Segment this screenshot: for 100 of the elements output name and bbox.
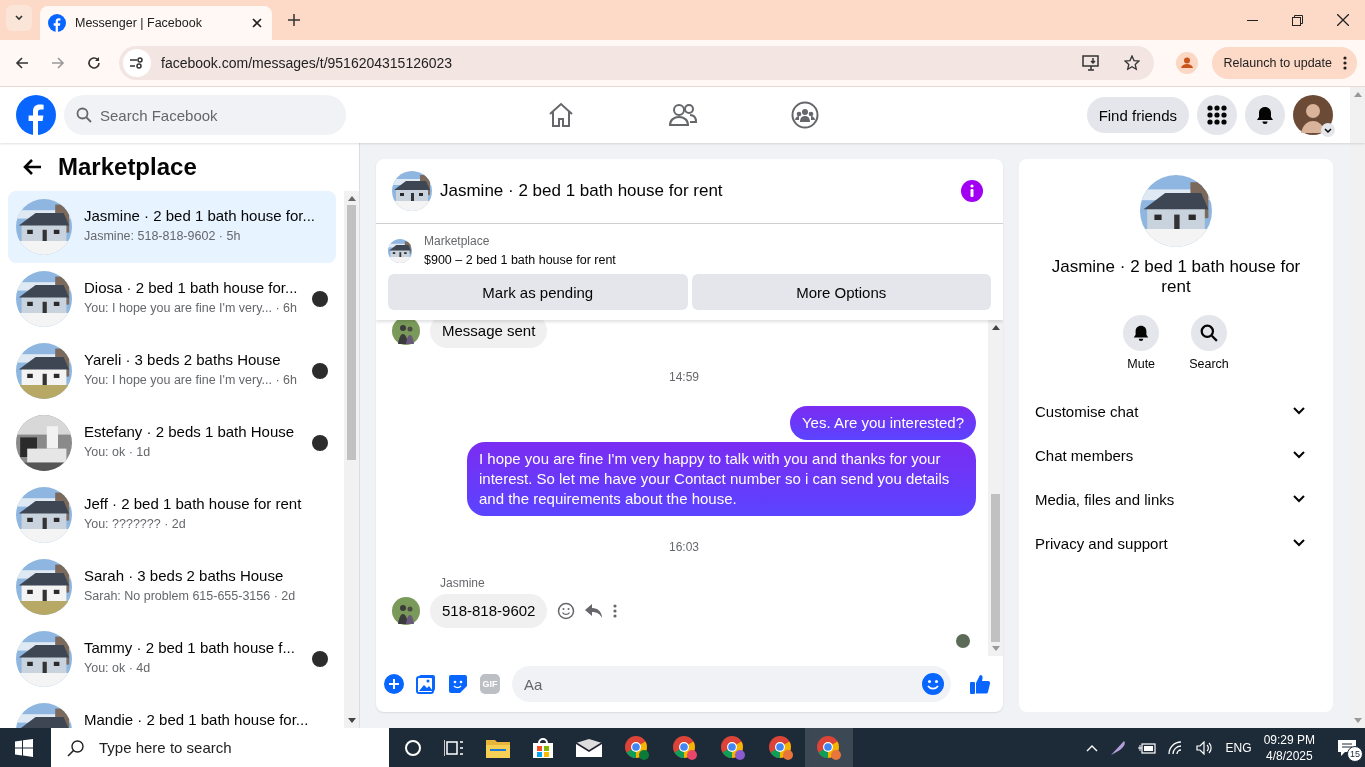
message-field[interactable]: Aa	[512, 666, 951, 702]
scrollbar[interactable]	[1350, 87, 1365, 143]
sent-message: I hope you are fine I'm very happy to talk with you and thanks for your interest. So let me have your Contact number so i can send you details and the requirements about the house.	[467, 442, 976, 516]
address-field[interactable]: facebook.com/messages/t/9516204315126023	[119, 46, 1154, 80]
conversation-item[interactable]: Yareli · 3 beds 2 baths House You: I hope you are fine I'm very... · 6h	[8, 335, 336, 407]
wifi-icon[interactable]	[1167, 740, 1184, 755]
sent-message: Yes. Are you interested?	[789, 406, 976, 440]
mail-icon[interactable]	[576, 738, 602, 757]
caret-icon[interactable]	[1321, 123, 1335, 137]
speaker-icon[interactable]	[1195, 740, 1214, 755]
conversation-item[interactable]: Sarah · 3 beds 2 baths House Sarah: No problem 615-655-3156 · 2d	[8, 551, 336, 623]
search-field[interactable]: Search Facebook	[64, 95, 346, 135]
chrome-icon[interactable]	[720, 734, 746, 761]
avatar	[392, 320, 420, 345]
chrome-icon[interactable]	[768, 734, 794, 761]
chrome-icon[interactable]	[816, 734, 842, 761]
reload-icon[interactable]	[87, 56, 101, 70]
profile-icon[interactable]	[1175, 52, 1198, 74]
search-icon	[1200, 324, 1218, 342]
section-header[interactable]: Privacy and support	[1027, 521, 1325, 565]
conversation-item[interactable]: Jeff · 2 bed 1 bath house for rent You: ??????? · 2d	[8, 479, 336, 551]
emoji-icon[interactable]	[922, 673, 944, 695]
groups-icon[interactable]	[791, 101, 820, 129]
menu-button[interactable]	[1197, 95, 1237, 135]
conversation-item[interactable]: Estefany · 2 beds 1 bath House You: ok · 1d	[8, 407, 336, 479]
conversation-title: Sarah · 3 beds 2 baths House	[84, 567, 285, 584]
seen-avatar	[956, 634, 970, 648]
task-view-icon[interactable]	[444, 738, 464, 757]
pen-icon[interactable]	[1109, 739, 1126, 756]
windows-icon[interactable]	[15, 738, 33, 757]
clock-date[interactable]: 4/8/2025	[1265, 748, 1313, 763]
back-icon[interactable]	[15, 56, 29, 70]
scrollbar[interactable]	[988, 320, 1003, 656]
message-preview: You: I hope you are fine I'm very... · 6h	[84, 301, 298, 315]
scrollbar[interactable]	[1350, 143, 1365, 728]
conversation-name: Jasmine · 2 bed 1 bath house for rent	[1050, 257, 1302, 297]
info-icon[interactable]	[961, 180, 983, 202]
chevron-up-icon[interactable]	[1085, 743, 1098, 752]
conversation-item[interactable]: Diosa · 2 bed 1 bath house for... You: I hope you are fine I'm very... · 6h	[8, 263, 336, 335]
clock-time[interactable]: 09:29 PM	[1263, 732, 1315, 747]
message-preview: You: ok · 4d	[84, 661, 152, 675]
chevron-down-icon	[1293, 451, 1305, 459]
store-icon[interactable]	[532, 736, 554, 759]
avatar	[392, 597, 420, 625]
section-header[interactable]: Customise chat	[1027, 389, 1325, 433]
chevron-down-icon	[1293, 407, 1305, 415]
sticker-icon[interactable]	[448, 674, 468, 694]
received-message: Message sent	[430, 320, 548, 348]
listing-button[interactable]: Mark as pending	[388, 274, 688, 310]
star-icon[interactable]	[1123, 55, 1140, 71]
listing-label: Marketplace	[424, 234, 491, 248]
conversation-item[interactable]: Jasmine · 2 bed 1 bath house for... Jasmine: 518-818-9602 · 5h	[8, 191, 336, 263]
friends-icon[interactable]	[669, 103, 698, 127]
photo-icon[interactable]	[416, 674, 436, 694]
install-icon[interactable]	[1081, 55, 1100, 71]
section-header[interactable]: Media, files and links	[1027, 477, 1325, 521]
conversation-title: Jeff · 2 bed 1 bath house for rent	[84, 495, 303, 512]
forward-icon[interactable]	[51, 56, 65, 70]
cortana-icon[interactable]	[404, 738, 422, 757]
close-icon[interactable]	[1337, 14, 1349, 26]
message-preview: You: ??????? · 2d	[84, 517, 187, 531]
emoji-icon[interactable]	[557, 602, 576, 620]
scrollbar[interactable]	[344, 191, 359, 728]
plus-icon[interactable]	[384, 674, 404, 694]
listing-button[interactable]: More Options	[691, 274, 991, 310]
folder-icon[interactable]	[486, 737, 510, 758]
scroll-up-icon[interactable]	[347, 195, 356, 201]
browser-tab[interactable]: Messenger | Facebook	[40, 6, 272, 40]
timestamp: 14:59	[669, 370, 699, 384]
timestamp: 16:03	[669, 540, 699, 554]
language-indicator[interactable]: ENG	[1225, 740, 1252, 755]
find-friends-button[interactable]: Find friends	[1086, 97, 1189, 133]
restore-icon[interactable]	[1292, 14, 1303, 26]
back-icon[interactable]	[22, 158, 42, 176]
tab-list-button[interactable]	[6, 5, 32, 31]
more-icon[interactable]	[613, 604, 618, 618]
relaunch-button[interactable]: Relaunch to update	[1211, 47, 1357, 79]
new-tab-icon[interactable]	[288, 14, 300, 26]
scroll-down-icon[interactable]	[347, 718, 356, 724]
chrome-icon[interactable]	[672, 734, 698, 761]
conversation-title: Diosa · 2 bed 1 bath house for...	[84, 279, 299, 296]
bell-icon	[1132, 324, 1151, 342]
conversation-item[interactable]: Tammy · 2 bed 1 bath house f... You: ok · 4d	[8, 623, 336, 695]
chrome-icon[interactable]	[624, 734, 650, 761]
avatar[interactable]	[1293, 95, 1333, 135]
battery-icon[interactable]	[1137, 741, 1156, 754]
section-header[interactable]: Chat members	[1027, 433, 1325, 477]
site-settings-icon[interactable]	[123, 49, 151, 77]
listing-title: $900 – 2 bed 1 bath house for rent	[424, 253, 616, 267]
tab-title: Messenger | Facebook	[75, 16, 203, 30]
notifications-button[interactable]	[1245, 95, 1285, 135]
taskbar-search-field[interactable]: Type here to search	[51, 728, 389, 767]
chevron-down-icon	[1293, 539, 1305, 547]
facebook-logo[interactable]	[16, 95, 56, 135]
search-icon	[67, 739, 85, 757]
message-preview: Jasmine: 518-818-9602 · 5h	[84, 229, 242, 243]
close-icon[interactable]	[252, 18, 262, 28]
like-icon[interactable]	[969, 673, 991, 695]
reply-icon[interactable]	[585, 603, 604, 619]
scroll-up-icon[interactable]	[991, 324, 1000, 330]
